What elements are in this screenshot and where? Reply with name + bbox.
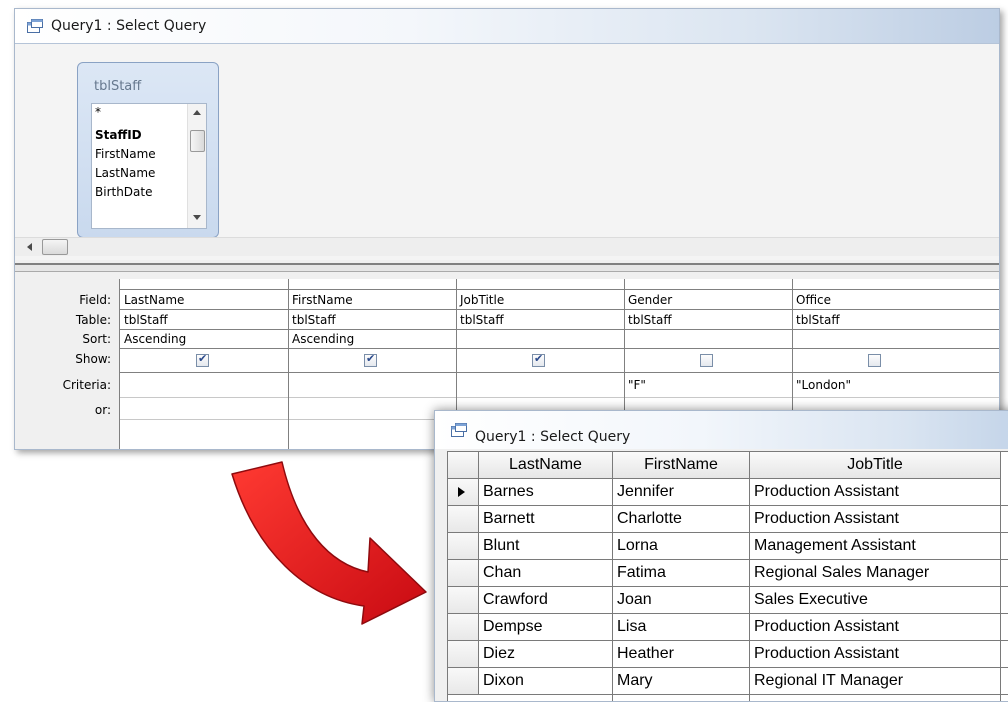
grid-column-firstname[interactable]: FirstName tblStaff Ascending — [288, 279, 457, 449]
query-window-icon — [27, 19, 43, 33]
datasheet[interactable]: LastName FirstName JobTitle Barnes Jenni… — [447, 451, 1008, 701]
cell-firstname[interactable]: Lisa — [613, 614, 646, 640]
scroll-thumb[interactable] — [190, 130, 205, 152]
current-record-pointer-icon — [458, 487, 465, 497]
field-list-item[interactable]: BirthDate — [95, 185, 153, 199]
table-pane-horizontal-scrollbar[interactable] — [15, 237, 999, 256]
grid-cell-criteria[interactable]: "F" — [628, 378, 646, 392]
pane-splitter[interactable] — [15, 263, 999, 272]
field-list-item[interactable]: LastName — [95, 166, 155, 180]
table-row[interactable]: Dempse Lisa Production Assistant — [448, 614, 1008, 641]
cell-jobtitle[interactable]: Management Assistant — [750, 533, 916, 559]
grid-cell-table[interactable]: tblStaff — [796, 313, 840, 327]
show-checkbox[interactable] — [364, 352, 377, 367]
row-label-field: Field: — [79, 293, 111, 307]
table-pane: tblStaff * StaffID FirstName LastName Bi… — [15, 44, 999, 260]
table-row[interactable]: Diez Heather Production Assistant — [448, 641, 1008, 668]
field-list-item[interactable]: * — [95, 105, 101, 119]
cell-firstname[interactable]: Jennifer — [613, 479, 674, 505]
row-label-criteria: Criteria: — [62, 378, 111, 392]
cell-lastname[interactable]: Dempse — [479, 614, 543, 640]
grid-cell-criteria[interactable]: "London" — [796, 378, 851, 392]
design-window-titlebar[interactable]: Query1 : Select Query — [15, 9, 999, 44]
grid-column-lastname[interactable]: LastName tblStaff Ascending — [120, 279, 289, 449]
table-row[interactable]: Chan Fatima Regional Sales Manager — [448, 560, 1008, 587]
column-header-jobtitle[interactable]: JobTitle — [750, 452, 1001, 479]
show-checkbox[interactable] — [700, 354, 713, 367]
cell-jobtitle[interactable]: Regional Sales Manager — [750, 560, 929, 586]
select-all-corner[interactable] — [448, 452, 479, 479]
cell-jobtitle[interactable]: Regional IT Manager — [750, 668, 903, 694]
table-row[interactable]: Blunt Lorna Management Assistant — [448, 533, 1008, 560]
show-checkbox[interactable] — [532, 352, 545, 367]
record-selector[interactable] — [448, 479, 479, 506]
scroll-thumb[interactable] — [42, 239, 68, 255]
grid-cell-table[interactable]: tblStaff — [124, 313, 168, 327]
cell-firstname[interactable]: Joan — [613, 587, 652, 613]
result-window-titlebar[interactable]: Query1 : Select Query — [435, 411, 1008, 449]
field-list-scrollbar[interactable] — [187, 104, 206, 228]
cell-firstname[interactable]: Charlotte — [613, 506, 682, 532]
cell-jobtitle[interactable]: Sales Executive — [750, 587, 868, 613]
query-design-window: Query1 : Select Query tblStaff * StaffID… — [14, 8, 1000, 450]
cell-lastname[interactable]: Crawford — [479, 587, 548, 613]
row-label-table: Table: — [75, 313, 111, 327]
grid-cell-table[interactable]: tblStaff — [628, 313, 672, 327]
table-row[interactable]: Barnett Charlotte Production Assistant — [448, 506, 1008, 533]
grid-cell-field[interactable]: Office — [796, 293, 831, 307]
table-row[interactable]: Crawford Joan Sales Executive — [448, 587, 1008, 614]
cell-jobtitle[interactable]: Production Assistant — [750, 641, 899, 667]
column-header-lastname[interactable]: LastName — [479, 452, 613, 479]
cell-lastname[interactable]: Barnes — [479, 479, 534, 505]
query-window-icon — [451, 423, 467, 437]
field-list-item-primary-key[interactable]: StaffID — [95, 128, 142, 142]
result-window-title: Query1 : Select Query — [475, 429, 631, 445]
row-label-show: Show: — [75, 352, 111, 366]
record-selector[interactable] — [448, 587, 479, 614]
cell-lastname[interactable]: Diez — [479, 641, 515, 667]
grid-cell-field[interactable]: Gender — [628, 293, 672, 307]
table-field-list-box[interactable]: tblStaff * StaffID FirstName LastName Bi… — [77, 62, 219, 238]
scroll-up-icon[interactable] — [193, 110, 201, 115]
table-name: tblStaff — [94, 79, 142, 94]
grid-cell-table[interactable]: tblStaff — [460, 313, 504, 327]
record-selector[interactable] — [448, 506, 479, 533]
cell-firstname[interactable]: Fatima — [613, 560, 666, 586]
record-selector[interactable] — [448, 641, 479, 668]
query-result-window: Query1 : Select Query LastName FirstName… — [434, 410, 1008, 702]
cell-jobtitle[interactable]: Production Assistant — [750, 614, 899, 640]
grid-cell-field[interactable]: FirstName — [292, 293, 353, 307]
table-row[interactable]: Dixon Mary Regional IT Manager — [448, 668, 1008, 695]
show-checkbox[interactable] — [868, 354, 881, 367]
show-checkbox[interactable] — [196, 352, 209, 367]
grid-cell-table[interactable]: tblStaff — [292, 313, 336, 327]
row-label-sort: Sort: — [82, 332, 111, 346]
cell-lastname[interactable]: Blunt — [479, 533, 519, 559]
cell-lastname[interactable]: Dixon — [479, 668, 524, 694]
cell-jobtitle[interactable]: Production Assistant — [750, 479, 899, 505]
cell-firstname[interactable]: Lorna — [613, 533, 658, 559]
field-list-item[interactable]: FirstName — [95, 147, 156, 161]
cell-firstname[interactable]: Heather — [613, 641, 674, 667]
cell-lastname[interactable]: Chan — [479, 560, 521, 586]
record-selector[interactable] — [448, 533, 479, 560]
table-row[interactable]: Barnes Jennifer Production Assistant — [448, 479, 1008, 506]
curved-arrow-icon — [231, 461, 427, 625]
row-label-or: or: — [94, 403, 111, 417]
column-header-firstname[interactable]: FirstName — [613, 452, 750, 479]
scroll-down-icon[interactable] — [193, 215, 201, 220]
cell-lastname[interactable]: Barnett — [479, 506, 535, 532]
grid-cell-field[interactable]: LastName — [124, 293, 184, 307]
grid-cell-field[interactable]: JobTitle — [460, 293, 504, 307]
design-window-title: Query1 : Select Query — [51, 18, 207, 34]
cell-firstname[interactable]: Mary — [613, 668, 653, 694]
field-list[interactable]: * StaffID FirstName LastName BirthDate — [91, 103, 207, 229]
grid-cell-sort[interactable]: Ascending — [292, 332, 354, 346]
record-selector[interactable] — [448, 614, 479, 641]
record-selector[interactable] — [448, 668, 479, 695]
cell-jobtitle[interactable]: Production Assistant — [750, 506, 899, 532]
record-selector[interactable] — [448, 560, 479, 587]
grid-cell-sort[interactable]: Ascending — [124, 332, 186, 346]
scroll-left-icon[interactable] — [27, 243, 32, 251]
